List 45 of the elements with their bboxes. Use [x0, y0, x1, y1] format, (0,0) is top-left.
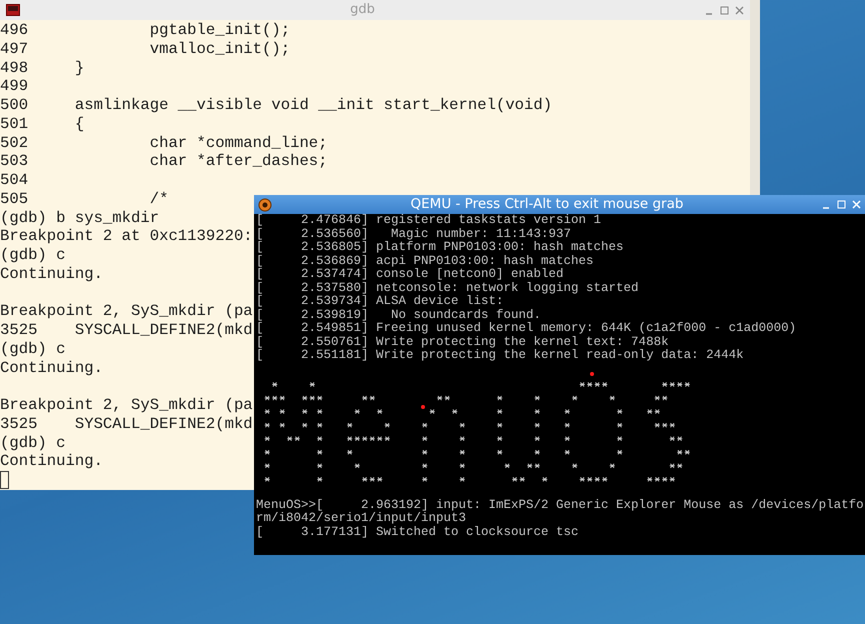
- maximize-icon[interactable]: [720, 6, 729, 14]
- terminal-line: 496 pgtable_init();: [0, 21, 290, 40]
- console-line: [ 2.539819] No soundcards found.: [256, 308, 542, 322]
- terminal-line: (gdb) b sys_mkdir: [0, 208, 160, 228]
- terminal-line: 497 vmalloc_init();: [0, 40, 290, 58]
- console-line: MenuOS>>[ 2.963192] input: ImExPS/2 Generic Explorer Mouse as /devices/platfo: [256, 498, 864, 512]
- terminal-line: Breakpoint 2 at 0xc1139220:: [0, 227, 253, 246]
- terminal-line: 503 char *after_dashes;: [0, 152, 328, 171]
- console-line: [ 2.551181] Write protecting the kernel read-only data: 2444k: [256, 349, 744, 364]
- console-line: rm/i8042/serio1/input/input3: [256, 512, 466, 526]
- console-line: [ 3.177131] Switched to clocksource tsc: [256, 526, 579, 540]
- terminal-line: 501 {: [0, 114, 84, 134]
- terminal-icon: [6, 4, 20, 16]
- terminal-line: Breakpoint 2, SyS_mkdir (pa: [0, 302, 253, 321]
- console-line: [ 2.550761] Write protecting the kernel text: 7488k: [256, 336, 669, 349]
- terminal-line: (gdb) c: [0, 434, 66, 452]
- close-icon[interactable]: [735, 6, 744, 14]
- console-line: [ 2.476846] registered taskstats version 1: [256, 214, 602, 228]
- terminal-line: 502 char *command_line;: [0, 134, 328, 152]
- terminal-line: 499: [0, 77, 28, 96]
- dot-mark: [421, 405, 425, 409]
- terminal-line: 3525 SYSCALL_DEFINE2(mkd: [0, 321, 253, 340]
- terminal-line: 504: [0, 171, 28, 190]
- dot-mark: [590, 372, 594, 376]
- text-cursor: [0, 471, 9, 489]
- terminal-line: Breakpoint 2, SyS_mkdir (pa: [0, 396, 253, 415]
- app-icon: [258, 198, 272, 212]
- console-line: [ 2.539734] ALSA device list:: [256, 295, 504, 309]
- terminal-line: (gdb) c: [0, 340, 66, 358]
- console-line: [ 2.537580] netconsole: network logging started: [256, 282, 639, 295]
- console-line: [ 2.537474] console [netcon0] enabled: [256, 268, 564, 282]
- terminal-line: (gdb) c: [0, 246, 66, 265]
- console-line: [ 2.536560] Magic number: 11:143:937: [256, 228, 572, 241]
- terminal-line: 500 asmlinkage __visible void __init start_kernel(void): [0, 96, 552, 115]
- terminal-line: 3525 SYSCALL_DEFINE2(mkd: [0, 414, 253, 434]
- window-title: gdb: [349, 1, 376, 20]
- console-line: [ 2.536869] acpi PNP0103:00: hash matches: [256, 254, 594, 268]
- console-line: [ 2.549851] Freeing unused kernel memory: 644K (c1a2f000 - c1ad0000): [256, 322, 796, 336]
- terminal-line: Continuing.: [0, 358, 103, 378]
- terminal-line: 505 /*: [0, 190, 168, 208]
- terminal-line: Continuing.: [0, 264, 103, 284]
- terminal-line: 498 }: [0, 58, 84, 78]
- terminal-line: Continuing.: [0, 452, 103, 471]
- window-title: QEMU - Press Ctrl-Alt to exit mouse grab: [410, 195, 684, 214]
- console-line: [ 2.536805] platform PNP0103:00: hash matches: [256, 241, 624, 255]
